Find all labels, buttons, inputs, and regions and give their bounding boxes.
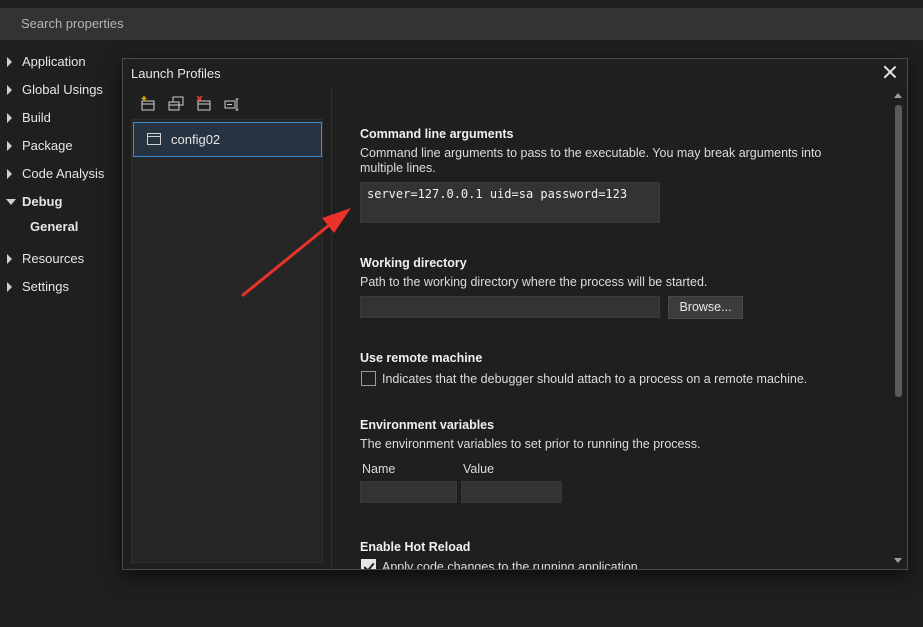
expand-arrow-icon (7, 254, 12, 264)
scroll-down-icon[interactable] (894, 558, 902, 563)
search-properties-input[interactable]: Search properties (0, 8, 923, 40)
hot-reload-label: Apply code changes to the running applic… (382, 560, 642, 569)
env-vars-title: Environment variables (360, 418, 495, 432)
env-vars-desc: The environment variables to set prior t… (360, 437, 701, 451)
settings-scrollbar[interactable] (891, 89, 905, 567)
expand-arrow-icon (7, 141, 12, 151)
remote-machine-title: Use remote machine (360, 351, 483, 365)
profile-item-config02[interactable]: config02 (133, 122, 322, 157)
scroll-up-icon[interactable] (894, 93, 902, 98)
delete-profile-icon[interactable] (195, 95, 213, 113)
remote-machine-label: Indicates that the debugger should attac… (382, 372, 808, 386)
env-value-input[interactable] (461, 481, 562, 503)
nav-item-label: Global Usings (22, 82, 103, 97)
command-line-args-input[interactable]: server=127.0.0.1 uid=sa password=123 (360, 182, 660, 223)
nav-item-label: Package (22, 138, 73, 153)
close-icon[interactable] (881, 63, 899, 81)
nav-item-label: Settings (22, 279, 69, 294)
collapse-arrow-icon (6, 199, 16, 205)
dialog-titlebar: Launch Profiles (123, 59, 907, 88)
pane-divider (331, 89, 332, 569)
profiles-list: config02 (131, 119, 323, 563)
expand-arrow-icon (7, 282, 12, 292)
nav-item-label: Resources (22, 251, 85, 266)
working-dir-title: Working directory (360, 256, 467, 270)
nav-item-label: Build (22, 110, 51, 125)
expand-arrow-icon (7, 113, 12, 123)
duplicate-profile-icon[interactable] (167, 95, 185, 113)
expand-arrow-icon (7, 85, 12, 95)
nav-item-label: Code Analysis (22, 166, 105, 181)
dialog-title: Launch Profiles (131, 66, 221, 81)
profile-label: config02 (171, 132, 221, 147)
expand-arrow-icon (7, 57, 12, 67)
command-line-title: Command line arguments (360, 127, 514, 141)
expand-arrow-icon (7, 169, 12, 179)
hot-reload-title: Enable Hot Reload (360, 540, 471, 554)
nav-item-label: Application (22, 54, 86, 69)
rename-profile-icon[interactable] (223, 95, 241, 113)
nav-subitem-general[interactable]: General (30, 217, 78, 237)
browse-button[interactable]: Browse... (668, 296, 743, 319)
window-icon (147, 133, 161, 145)
new-profile-icon[interactable] (139, 95, 157, 113)
env-col-name: Name (362, 462, 396, 476)
env-col-value: Value (463, 462, 495, 476)
profile-settings-pane: Command line arguments Command line argu… (360, 89, 880, 569)
working-dir-input[interactable] (360, 296, 660, 318)
nav-item-label: Debug (22, 194, 63, 209)
launch-profiles-dialog: Launch Profiles config02 Command line ar… (122, 58, 908, 570)
remote-machine-checkbox[interactable] (361, 371, 376, 386)
scrollbar-thumb[interactable] (895, 105, 902, 397)
working-dir-desc: Path to the working directory where the … (360, 275, 708, 289)
command-line-desc: Command line arguments to pass to the ex… (360, 146, 822, 175)
hot-reload-checkbox[interactable] (361, 559, 376, 569)
env-name-input[interactable] (360, 481, 457, 503)
